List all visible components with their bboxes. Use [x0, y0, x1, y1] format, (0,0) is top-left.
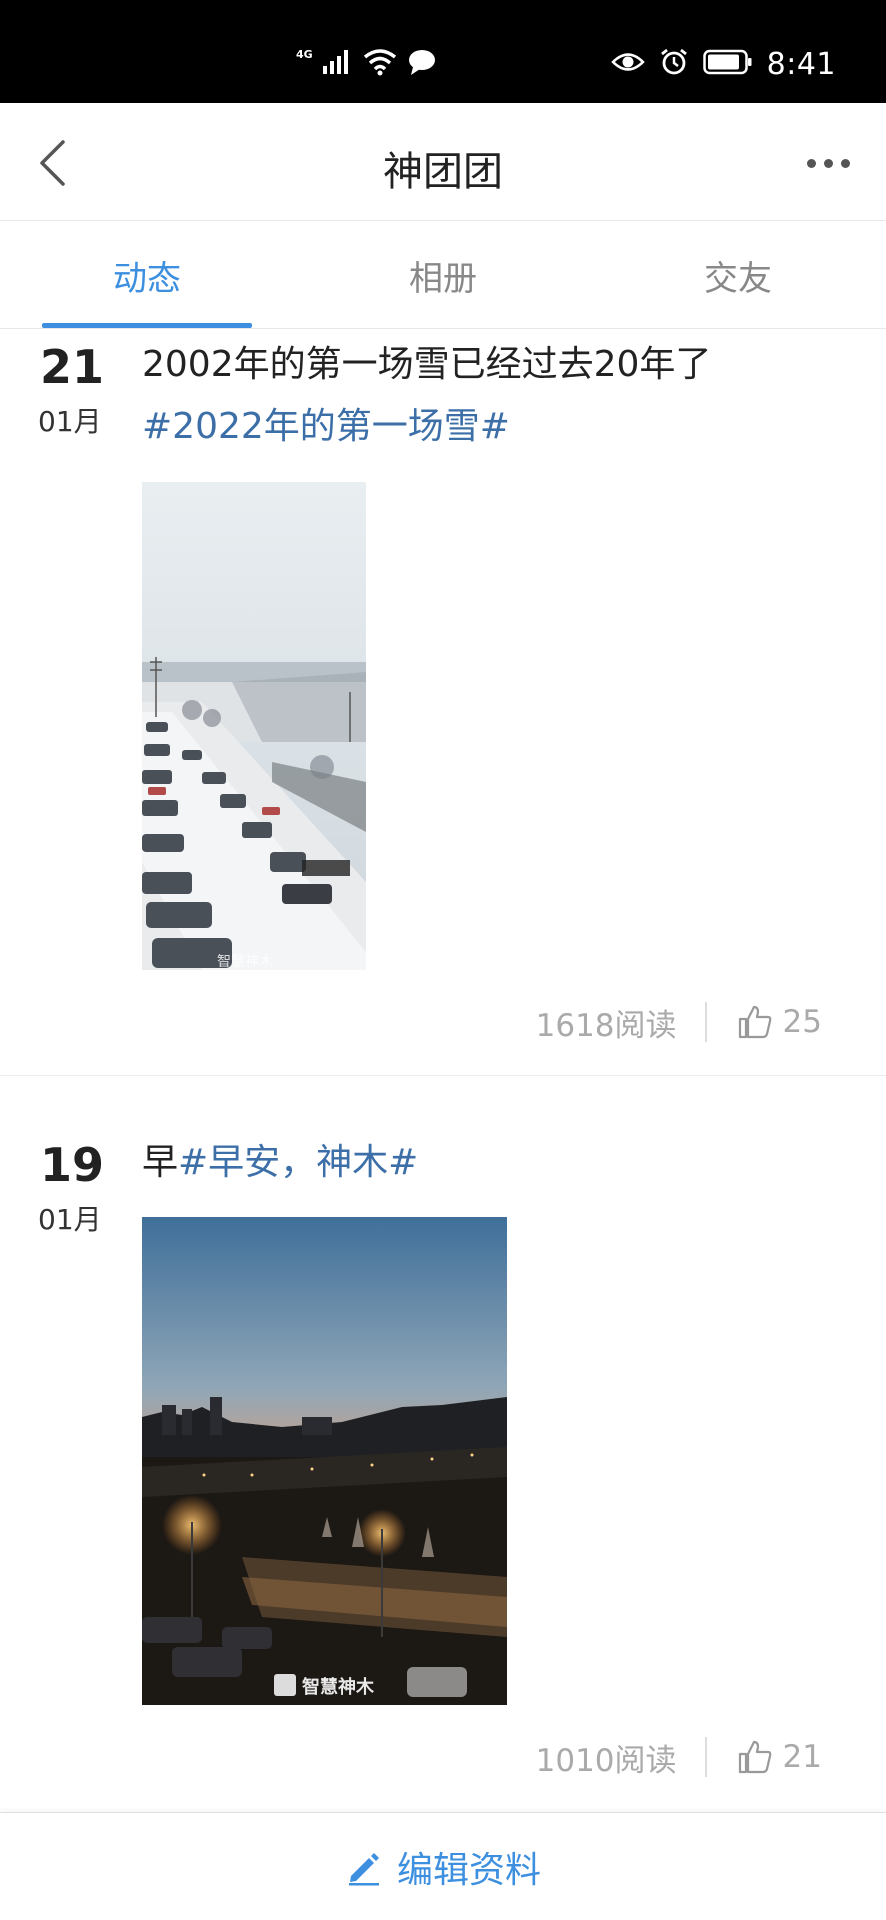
tab-album[interactable]: 相册 — [343, 251, 543, 300]
like-count: 25 — [782, 1004, 822, 1040]
signal-icon — [322, 48, 353, 80]
page-title: 神团团 — [383, 149, 503, 195]
eye-icon — [610, 49, 645, 79]
post-text: 早 — [142, 1142, 179, 1183]
feed-post: 19 01月 早#早安，神木# 智慧神木 1010阅读 21 — [0, 1130, 886, 1780]
tab-bar: 动态 相册 交友 — [0, 221, 886, 329]
status-bar: 4G 8:41 — [0, 0, 886, 103]
post-photo-snow[interactable]: 智慧神木 — [142, 482, 366, 970]
post-day: 21 — [40, 340, 105, 394]
bottom-bar: 编辑资料 — [0, 1812, 886, 1920]
post-photo-sunrise[interactable]: 智慧神木 — [142, 1217, 507, 1705]
post-stats: 1618阅读 25 — [536, 997, 822, 1047]
post-content: 早#早安，神木# — [142, 1132, 846, 1194]
post-hashtag-link[interactable]: #2022年的第一场雪# — [142, 396, 846, 458]
stats-divider — [704, 1737, 707, 1777]
feed-post: 21 01月 2002年的第一场雪已经过去20年了 #2022年的第一场雪# 智… — [0, 330, 886, 1075]
clock: 8:41 — [766, 46, 836, 82]
like-count: 21 — [782, 1739, 822, 1775]
post-hashtag-link[interactable]: #早安，神木# — [178, 1142, 418, 1183]
network-type: 4G — [296, 47, 313, 61]
like-button[interactable]: 25 — [737, 1004, 822, 1040]
post-text: 2002年的第一场雪已经过去20年了 — [142, 344, 712, 385]
post-divider — [0, 1075, 886, 1076]
more-options-button[interactable] — [798, 139, 858, 187]
post-day: 19 — [40, 1138, 105, 1192]
image-watermark: 智慧神木 — [217, 954, 273, 970]
thumbs-up-icon — [738, 1005, 771, 1039]
active-tab-indicator — [42, 323, 252, 328]
pencil-icon — [348, 1853, 379, 1886]
status-right: 8:41 — [610, 46, 836, 82]
post-month: 01月 — [38, 1203, 102, 1236]
sunrise-scene-image: 智慧神木 — [142, 1217, 507, 1705]
app-header: 神团团 — [0, 103, 886, 221]
battery-icon — [702, 49, 753, 79]
post-stats: 1010阅读 21 — [536, 1732, 822, 1782]
alarm-icon — [659, 47, 689, 81]
post-content: 2002年的第一场雪已经过去20年了 #2022年的第一场雪# — [142, 334, 846, 458]
tab-friends[interactable]: 交友 — [638, 251, 838, 300]
read-count: 1010阅读 — [535, 1742, 677, 1779]
edit-profile-label: 编辑资料 — [396, 1850, 541, 1891]
more-dots-icon — [806, 158, 816, 168]
image-watermark: 智慧神木 — [302, 1676, 375, 1698]
read-count: 1618阅读 — [535, 1007, 677, 1044]
tab-dynamics[interactable]: 动态 — [47, 251, 247, 300]
message-icon — [407, 48, 437, 80]
snow-scene-image: 智慧神木 — [142, 482, 366, 970]
thumbs-up-icon — [738, 1740, 771, 1774]
wifi-icon — [363, 48, 397, 80]
post-month: 01月 — [38, 405, 102, 438]
like-button[interactable]: 21 — [737, 1739, 822, 1775]
status-left: 4G — [296, 46, 437, 82]
edit-profile-button[interactable]: 编辑资料 — [0, 1841, 886, 1893]
stats-divider — [704, 1002, 707, 1042]
